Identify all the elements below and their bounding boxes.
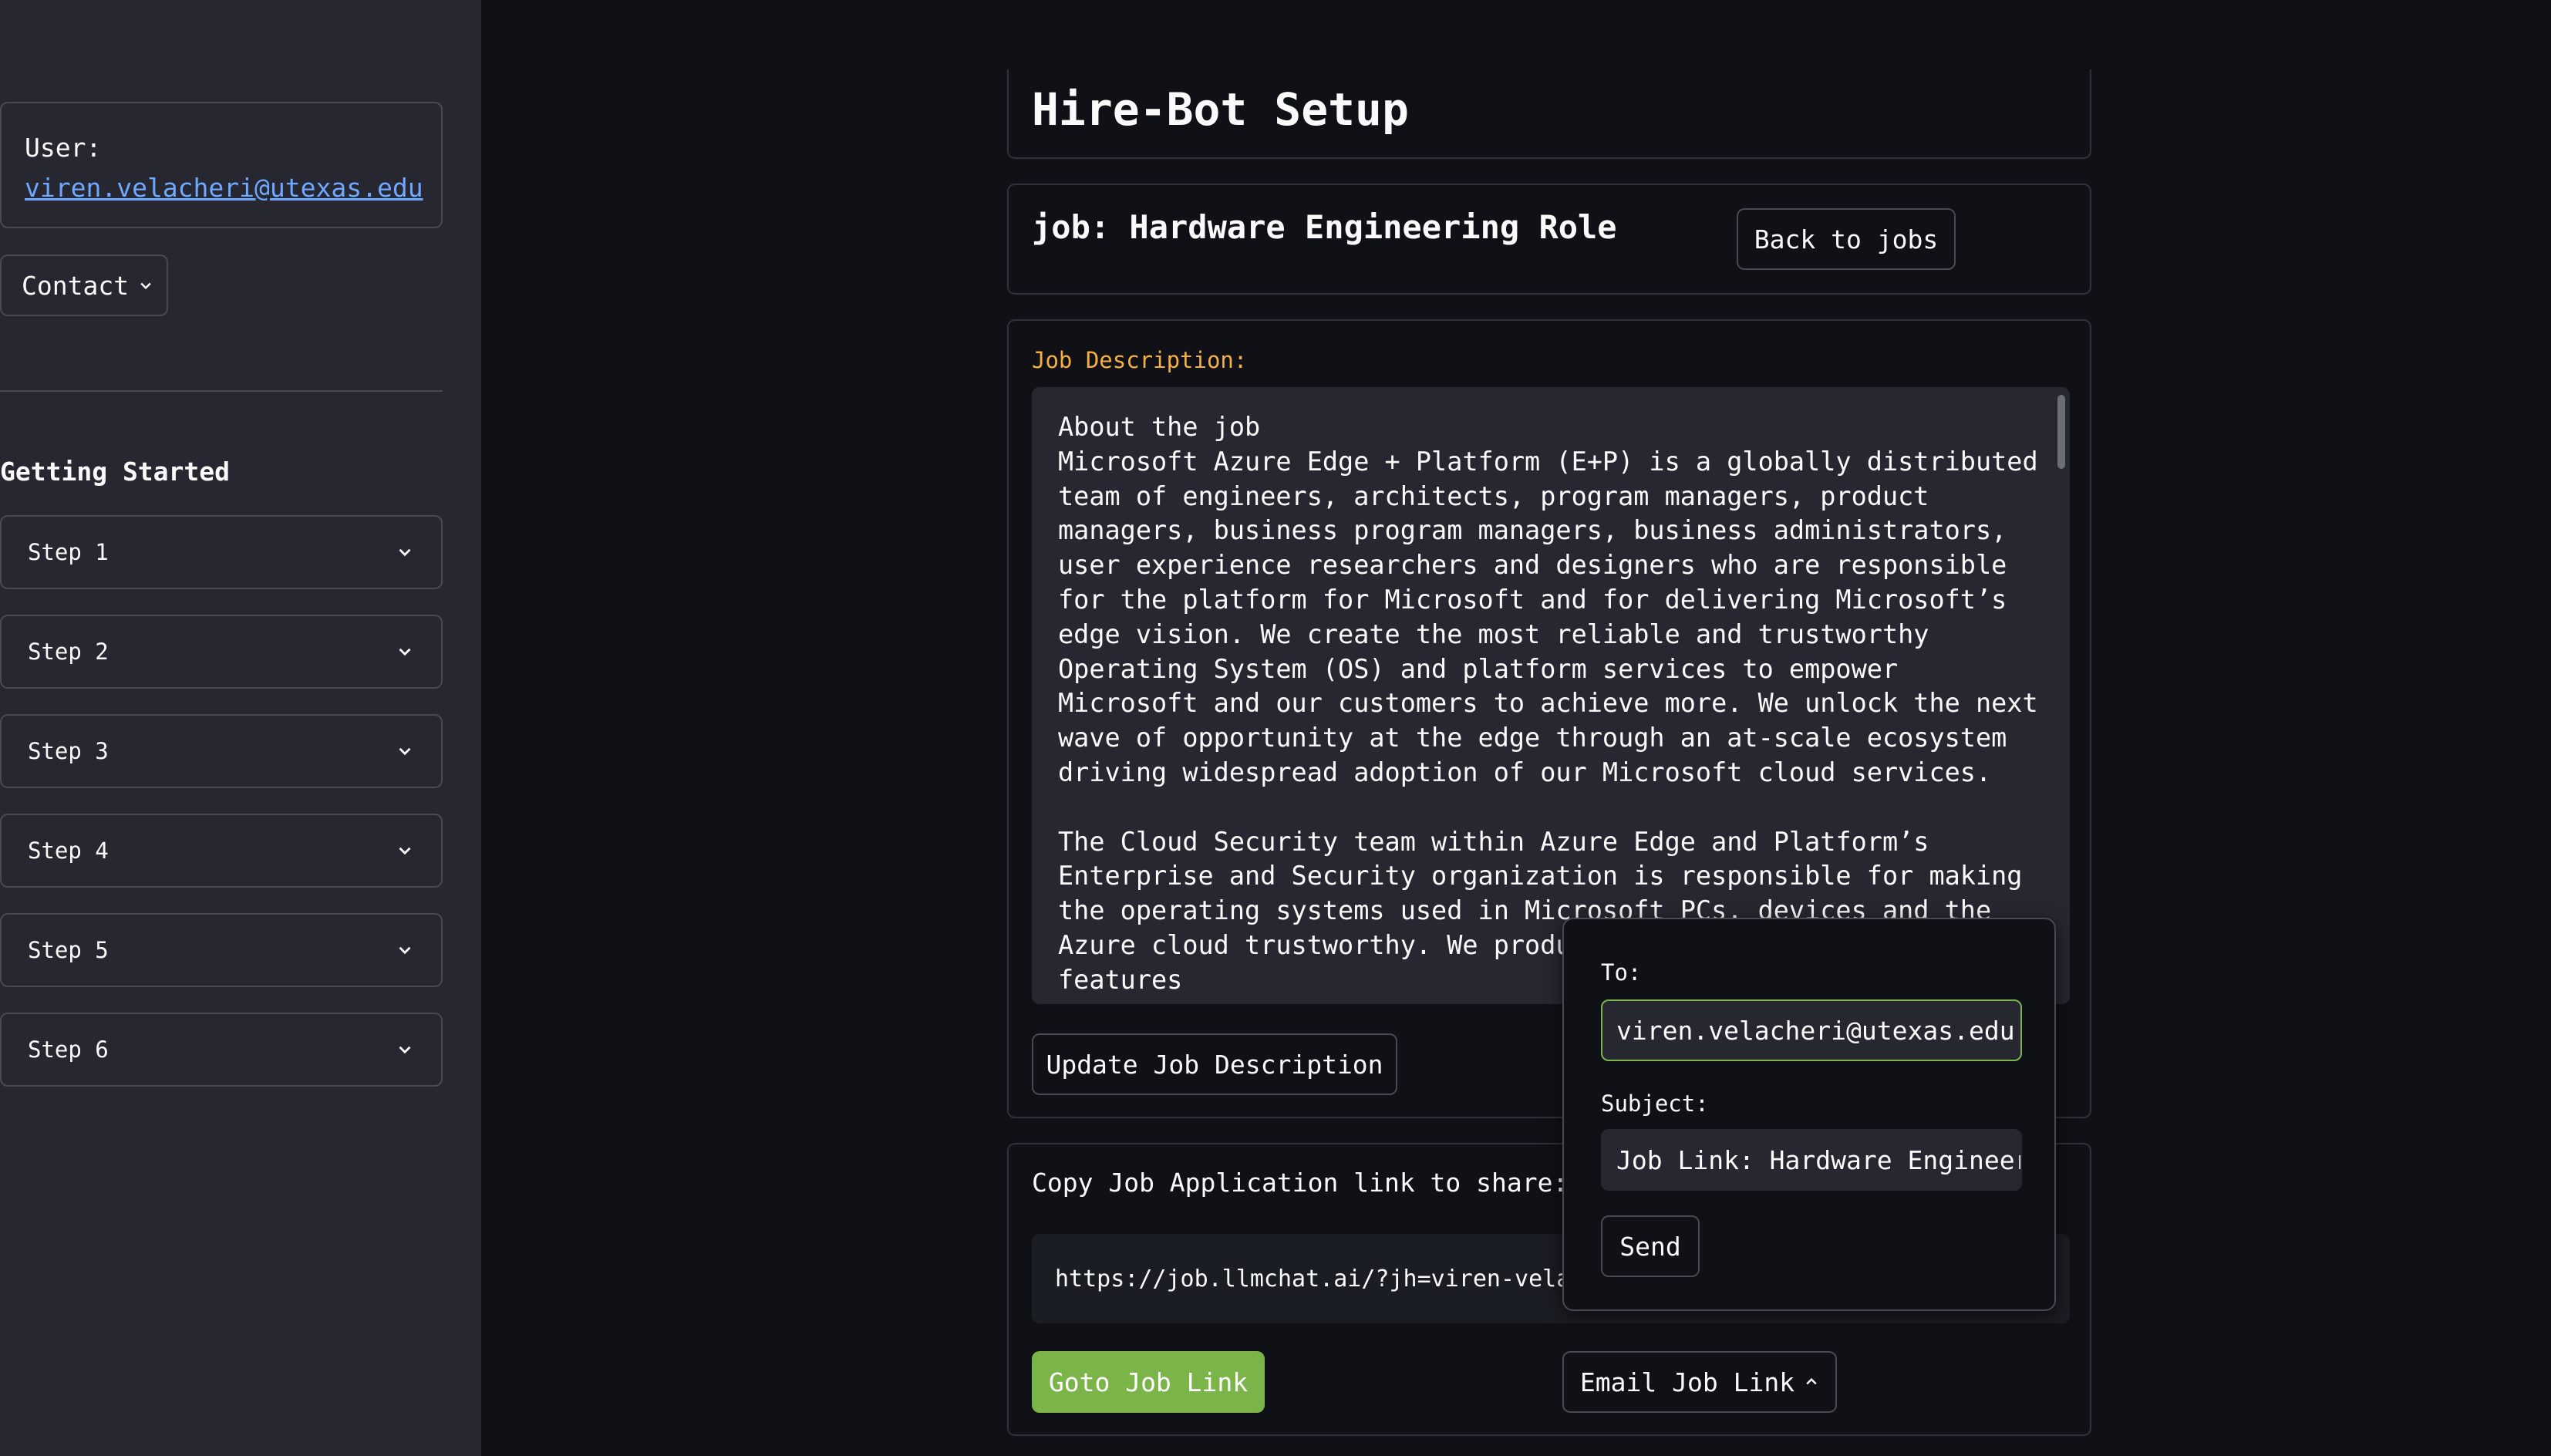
job-header-card: job: Hardware Engineering Role Back to j… xyxy=(1007,184,2091,295)
email-job-link-label: Email Job Link xyxy=(1579,1367,1795,1397)
title-card: Hire-Bot Setup xyxy=(1007,69,2091,159)
contact-label: Contact xyxy=(22,270,130,301)
email-popover: To: viren.velacheri@utexas.edu Subject: … xyxy=(1562,918,2056,1311)
user-info-box: User: viren.velacheri@utexas.edu xyxy=(0,102,443,228)
goto-job-link-button[interactable]: Goto Job Link xyxy=(1032,1351,1265,1413)
copy-link-label: Copy Job Application link to share: xyxy=(1032,1168,1569,1198)
job-link-text: https://job.llmchat.ai/?jh=viren-velach xyxy=(1055,1265,1599,1293)
step-label: Step 2 xyxy=(28,639,109,665)
chevron-down-icon xyxy=(399,548,411,557)
job-description-label: Job Description: xyxy=(1032,347,1248,373)
step-3-expander[interactable]: Step 3 xyxy=(0,714,443,788)
step-label: Step 4 xyxy=(28,838,109,864)
chevron-down-icon xyxy=(399,648,411,656)
email-job-link-button[interactable]: Email Job Link xyxy=(1562,1351,1837,1413)
chevron-down-icon xyxy=(399,946,411,955)
page-title: Hire-Bot Setup xyxy=(1032,83,1409,136)
back-to-jobs-button[interactable]: Back to jobs xyxy=(1737,208,1956,270)
step-6-expander[interactable]: Step 6 xyxy=(0,1013,443,1087)
step-label: Step 5 xyxy=(28,937,109,963)
step-label: Step 6 xyxy=(28,1036,109,1063)
user-label: User: xyxy=(25,133,102,163)
step-label: Step 1 xyxy=(28,539,109,565)
contact-button[interactable]: Contact xyxy=(0,254,168,316)
step-4-expander[interactable]: Step 4 xyxy=(0,814,443,888)
step-5-expander[interactable]: Step 5 xyxy=(0,913,443,987)
sidebar: User: viren.velacheri@utexas.edu Contact… xyxy=(0,0,481,1456)
chevron-down-icon xyxy=(399,747,411,756)
subject-input[interactable]: Job Link: Hardware Engineer xyxy=(1601,1129,2022,1191)
step-1-expander[interactable]: Step 1 xyxy=(0,515,443,589)
to-label: To: xyxy=(1601,959,1642,986)
step-label: Step 3 xyxy=(28,738,109,764)
to-email-input[interactable]: viren.velacheri@utexas.edu xyxy=(1601,999,2022,1061)
chevron-down-icon xyxy=(399,847,411,855)
sidebar-divider xyxy=(0,390,443,392)
chevron-down-icon xyxy=(140,282,151,290)
job-title: job: Hardware Engineering Role xyxy=(1032,208,1617,246)
user-email-link[interactable]: viren.velacheri@utexas.edu xyxy=(25,173,423,203)
step-2-expander[interactable]: Step 2 xyxy=(0,615,443,689)
chevron-down-icon xyxy=(399,1046,411,1054)
getting-started-heading: Getting Started xyxy=(0,457,231,487)
update-job-description-button[interactable]: Update Job Description xyxy=(1032,1033,1397,1095)
send-button[interactable]: Send xyxy=(1601,1215,1700,1277)
subject-label: Subject: xyxy=(1601,1090,1709,1117)
job-description-textarea[interactable]: About the job Microsoft Azure Edge + Pla… xyxy=(1032,387,2070,1004)
chevron-up-icon xyxy=(1806,1377,1817,1385)
